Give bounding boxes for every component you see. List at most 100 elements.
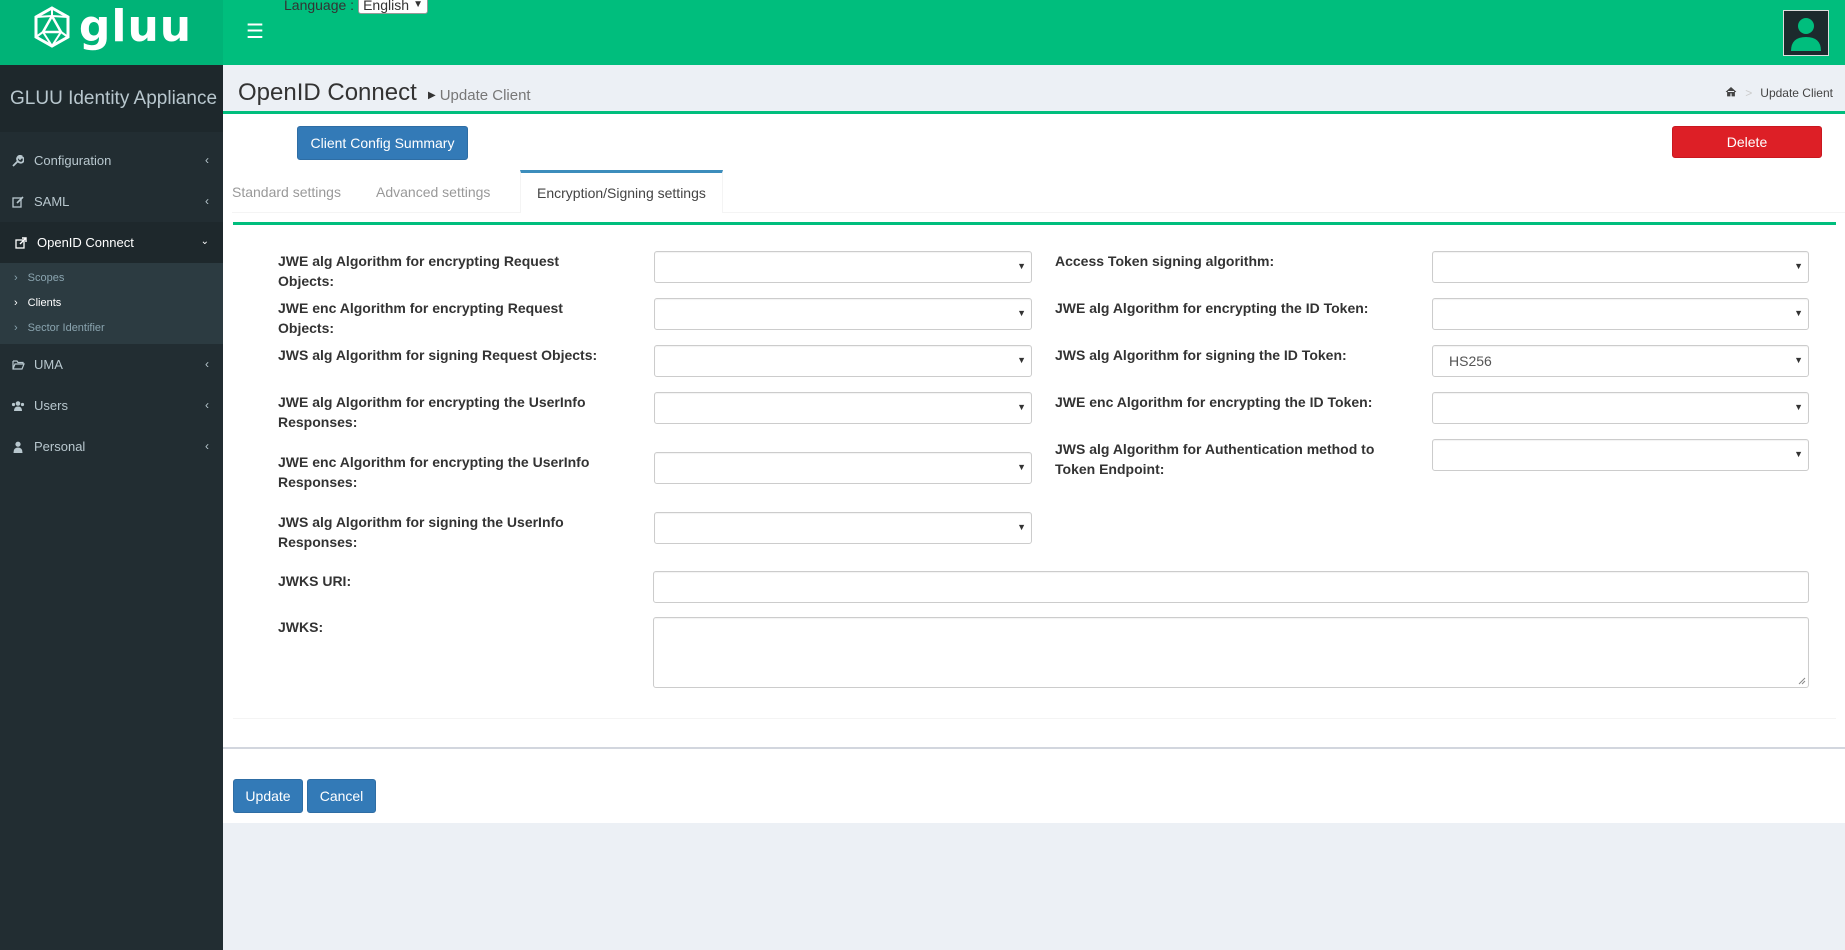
client-form-box: Client Config Summary Delete Standard se… <box>223 111 1845 748</box>
chevron-left-icon: ‹ <box>205 153 209 167</box>
select-jwe-alg-userinfo[interactable]: ▼ <box>654 392 1032 424</box>
caret-down-icon: ▼ <box>1017 462 1026 472</box>
chevron-down-icon: ⌄ <box>200 236 209 247</box>
sidebar-subitem-sector-identifier[interactable]: › Sector Identifier <box>0 315 223 340</box>
label-jwe-enc-request-objects: JWE enc Algorithm for encrypting Request… <box>278 300 563 336</box>
language-selector: Language : English ▼ <box>284 0 428 14</box>
sidebar-item-label: Users <box>34 398 68 413</box>
client-config-summary-button[interactable]: Client Config Summary <box>297 126 468 160</box>
tab-standard-settings[interactable]: Standard settings <box>232 170 341 213</box>
language-label: Language : <box>284 0 355 13</box>
caret-down-icon: ▼ <box>1017 261 1026 271</box>
caret-down-icon: ▼ <box>413 0 423 10</box>
caret-down-icon: ▼ <box>1794 355 1803 365</box>
label-access-token-signing: Access Token signing algorithm: <box>1055 253 1275 269</box>
users-icon <box>11 399 25 413</box>
logo-text: gluu <box>78 0 193 52</box>
chevron-right-icon: › <box>14 321 18 334</box>
language-select[interactable]: English ▼ <box>358 0 428 14</box>
sidebar-item-uma[interactable]: UMA ‹ <box>0 344 223 385</box>
jwks-uri-input[interactable] <box>653 571 1809 603</box>
label-jwe-alg-id-token: JWE alg Algorithm for encrypting the ID … <box>1055 300 1369 316</box>
select-jwe-enc-userinfo[interactable]: ▼ <box>654 452 1032 484</box>
hamburger-icon: ☰ <box>246 20 264 43</box>
select-jwe-alg-id-token[interactable]: ▼ <box>1432 298 1809 330</box>
breadcrumb-separator: > <box>1745 86 1753 100</box>
select-jwe-alg-request-objects[interactable]: ▼ <box>654 251 1032 283</box>
resize-handle-icon[interactable] <box>1798 677 1806 685</box>
label-jws-alg-id-token: JWS alg Algorithm for signing the ID Tok… <box>1055 347 1347 363</box>
chevron-left-icon: ‹ <box>205 439 209 453</box>
sidebar-item-personal[interactable]: Personal ‹ <box>0 426 223 467</box>
sidebar-item-label: SAML <box>34 194 70 209</box>
chevron-right-icon: › <box>14 296 18 309</box>
caret-down-icon: ▼ <box>1017 308 1026 318</box>
wrench-icon <box>11 154 25 168</box>
top-header: gluu ☰ Language : English ▼ <box>0 0 1845 65</box>
chevron-right-icon: › <box>14 271 18 284</box>
select-jws-alg-id-token[interactable]: HS256 ▼ <box>1432 345 1809 377</box>
select-jws-alg-userinfo[interactable]: ▼ <box>654 512 1032 544</box>
delete-button[interactable]: Delete <box>1672 126 1822 158</box>
select-jwe-enc-request-objects[interactable]: ▼ <box>654 298 1032 330</box>
sidebar-subitem-scopes[interactable]: › Scopes <box>0 265 223 290</box>
sidebar-item-users[interactable]: Users ‹ <box>0 385 223 426</box>
folder-open-icon <box>11 358 25 372</box>
form-divider <box>233 718 1836 719</box>
sidebar-subitem-clients[interactable]: › Clients <box>0 290 223 315</box>
select-access-token-signing[interactable]: ▼ <box>1432 251 1809 283</box>
cancel-button[interactable]: Cancel <box>307 779 376 813</box>
sidebar-item-saml[interactable]: SAML ‹ <box>0 181 223 222</box>
sidebar-toggle-button[interactable]: ☰ <box>240 16 270 46</box>
openid-submenu: › Scopes › Clients › Sector Identifier <box>0 263 223 344</box>
page-title: OpenID Connect <box>238 79 417 106</box>
tab-advanced-settings[interactable]: Advanced settings <box>376 170 490 213</box>
edit-icon <box>11 195 25 209</box>
select-jws-alg-token-endpoint-auth[interactable]: ▼ <box>1432 439 1809 471</box>
content-header: OpenID Connect ▶ Update Client > Update … <box>223 65 1845 112</box>
jwks-textarea[interactable] <box>653 617 1809 688</box>
label-jwe-enc-id-token: JWE enc Algorithm for encrypting the ID … <box>1055 394 1373 410</box>
page-subtitle: ▶ Update Client <box>428 87 531 104</box>
user-avatar[interactable] <box>1783 10 1829 56</box>
external-link-icon <box>14 236 28 250</box>
label-jws-alg-token-endpoint-auth: JWS alg Algorithm for Authentication met… <box>1055 441 1375 477</box>
sidebar-item-label: OpenID Connect <box>37 235 134 250</box>
caret-down-icon: ▼ <box>1017 522 1026 532</box>
logo[interactable]: gluu <box>0 0 223 65</box>
chevron-left-icon: ‹ <box>205 194 209 208</box>
select-jws-alg-request-objects[interactable]: ▼ <box>654 345 1032 377</box>
sidebar-item-label: Personal <box>34 439 86 454</box>
form-actions-bar: Update Cancel <box>223 747 1845 823</box>
update-button[interactable]: Update <box>233 779 303 813</box>
chevron-left-icon: ‹ <box>205 398 209 412</box>
label-jwe-alg-userinfo: JWE alg Algorithm for encrypting the Use… <box>278 394 586 430</box>
caret-down-icon: ▼ <box>1017 402 1026 412</box>
sidebar-item-configuration[interactable]: Configuration ‹ <box>0 140 223 181</box>
select-jwe-enc-id-token[interactable]: ▼ <box>1432 392 1809 424</box>
label-jwks-uri: JWKS URI: <box>278 573 352 589</box>
label-jwe-alg-request-objects: JWE alg Algorithm for encrypting Request… <box>278 253 560 289</box>
caret-down-icon: ▼ <box>1794 402 1803 412</box>
caret-down-icon: ▼ <box>1017 355 1026 365</box>
label-jws-alg-request-objects: JWS alg Algorithm for signing Request Ob… <box>278 347 598 363</box>
sidebar-item-openid-connect[interactable]: OpenID Connect ⌄ <box>0 222 223 263</box>
chevron-left-icon: ‹ <box>205 357 209 371</box>
caret-down-icon: ▼ <box>1794 261 1803 271</box>
tab-encryption-signing-settings[interactable]: Encryption/Signing settings <box>520 170 723 213</box>
sidebar-item-label: Configuration <box>34 153 112 168</box>
sidebar-item-label: UMA <box>34 357 63 372</box>
label-jws-alg-userinfo: JWS alg Algorithm for signing the UserIn… <box>278 514 564 550</box>
home-icon[interactable] <box>1725 86 1737 100</box>
select-value: HS256 <box>1449 353 1492 369</box>
gluu-logo-icon <box>34 5 70 48</box>
user-silhouette-icon <box>1784 11 1828 55</box>
settings-tabs: Standard settings Advanced settings Encr… <box>232 170 1845 213</box>
label-jwe-enc-userinfo: JWE enc Algorithm for encrypting the Use… <box>278 454 590 490</box>
caret-right-icon: ▶ <box>428 90 436 101</box>
label-jwks: JWKS: <box>278 619 324 635</box>
sidebar-brand: GLUU Identity Appliance <box>0 65 223 132</box>
caret-down-icon: ▼ <box>1794 449 1803 459</box>
caret-down-icon: ▼ <box>1794 308 1803 318</box>
breadcrumb-current: Update Client <box>1760 86 1833 100</box>
